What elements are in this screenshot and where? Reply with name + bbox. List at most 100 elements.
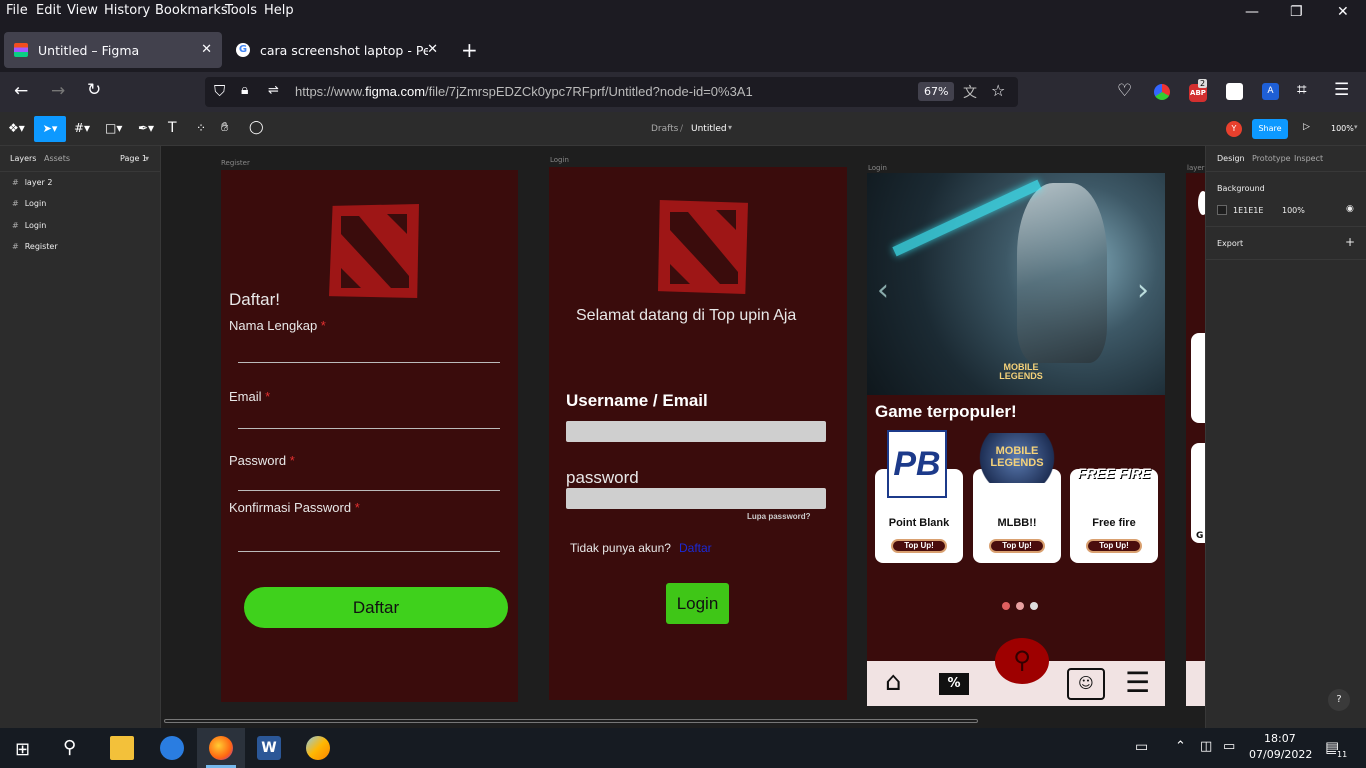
- bookmark-star-icon[interactable]: ☆: [991, 81, 1005, 100]
- crop-icon[interactable]: ⌗: [1297, 80, 1307, 100]
- search-fab-icon[interactable]: ⚲: [995, 638, 1049, 684]
- home-frame[interactable]: ‹ › MOBILE LEGENDS Game terpopuler! Poin…: [867, 173, 1165, 706]
- zoom-badge[interactable]: 67%: [918, 82, 955, 101]
- clock-date[interactable]: 07/09/2022: [1249, 748, 1312, 761]
- add-export-icon[interactable]: +: [1345, 235, 1355, 249]
- menu-edit[interactable]: Edit: [36, 3, 61, 18]
- share-button[interactable]: Share: [1252, 119, 1288, 139]
- register-button[interactable]: Daftar: [244, 587, 508, 628]
- zoom-level[interactable]: 100%: [1331, 124, 1354, 133]
- layer-item[interactable]: # layer 2: [12, 178, 52, 187]
- meet-icon[interactable]: ◫: [1200, 739, 1212, 754]
- carousel-dot[interactable]: [1016, 602, 1024, 610]
- breadcrumb-drafts[interactable]: Drafts: [651, 124, 678, 134]
- resources-icon[interactable]: ⁘: [196, 121, 206, 135]
- password-input[interactable]: [566, 488, 826, 509]
- hamburger-menu-icon[interactable]: ☰: [1334, 80, 1349, 100]
- clock-time[interactable]: 18:07: [1264, 732, 1296, 745]
- menu-help[interactable]: Help: [264, 3, 294, 18]
- file-explorer-icon[interactable]: [110, 736, 134, 760]
- canvas[interactable]: Register Daftar! Nama Lengkap * Email * …: [161, 146, 1205, 728]
- tab-prototype[interactable]: Prototype: [1252, 154, 1291, 163]
- word-icon[interactable]: W: [257, 736, 281, 760]
- reload-icon[interactable]: ↻: [87, 80, 101, 100]
- close-tab-icon[interactable]: ✕: [427, 42, 438, 57]
- tab-google[interactable]: G cara screenshot laptop - Penelu ✕: [226, 32, 446, 68]
- pen-tool-icon[interactable]: ✒▾: [138, 121, 154, 135]
- login-frame[interactable]: Selamat datang di Top upin Aja Username …: [549, 167, 847, 700]
- tab-inspect[interactable]: Inspect: [1294, 154, 1323, 163]
- menu-icon[interactable]: ☰: [1125, 666, 1150, 699]
- translate-icon[interactable]: 文: [963, 82, 977, 102]
- edge-icon[interactable]: [160, 736, 184, 760]
- frame-label[interactable]: layer: [1187, 164, 1205, 172]
- signup-link[interactable]: Daftar: [679, 541, 712, 555]
- close-window-icon[interactable]: ✕: [1337, 4, 1349, 20]
- frame-label[interactable]: Register: [221, 159, 250, 167]
- tab-figma[interactable]: Untitled – Figma ✕: [4, 32, 222, 68]
- hand-tool-icon[interactable]: ✋︎: [221, 120, 228, 135]
- lock-icon[interactable]: 🔒︎: [241, 82, 248, 98]
- topup-button[interactable]: Top Up!: [1086, 539, 1142, 553]
- carousel-prev-icon[interactable]: ‹: [877, 273, 889, 308]
- carousel-dot[interactable]: [1030, 602, 1038, 610]
- pocket-icon[interactable]: ♡: [1117, 81, 1132, 101]
- menu-file[interactable]: File: [6, 3, 28, 18]
- password-input[interactable]: [238, 490, 500, 491]
- paint-icon[interactable]: [306, 736, 330, 760]
- layer-item[interactable]: # Register: [12, 242, 58, 251]
- confirm-password-input[interactable]: [238, 551, 500, 552]
- chevron-down-icon[interactable]: ▾: [728, 123, 732, 132]
- home-icon[interactable]: ⌂: [885, 667, 902, 697]
- promo-icon[interactable]: %: [939, 673, 969, 695]
- layer-item[interactable]: # Login: [12, 221, 46, 230]
- firefox-icon[interactable]: [209, 736, 233, 760]
- shape-tool-icon[interactable]: □▾: [105, 121, 122, 135]
- move-tool-icon[interactable]: ➤▾: [34, 116, 66, 142]
- url-text[interactable]: https://www.figma.com/file/7jZmrspEDZCk0…: [295, 84, 753, 99]
- restore-icon[interactable]: ❐: [1290, 4, 1303, 20]
- chevron-down-icon[interactable]: ▾: [145, 154, 149, 163]
- help-button[interactable]: ?: [1328, 689, 1350, 711]
- minimize-icon[interactable]: —: [1245, 4, 1259, 20]
- url-bar[interactable]: ⛉ 🔒︎ ⇌ https://www.figma.com/file/7jZmrs…: [205, 77, 1018, 107]
- chevron-up-icon[interactable]: ⌃: [1175, 739, 1186, 754]
- task-view-icon[interactable]: ▭: [1135, 739, 1148, 755]
- text-tool-icon[interactable]: T: [168, 120, 177, 136]
- windows-start-icon[interactable]: ⊞: [15, 739, 30, 760]
- login-button[interactable]: Login: [666, 583, 729, 624]
- chevron-down-icon[interactable]: ▾: [1354, 123, 1358, 131]
- tab-design[interactable]: Design: [1217, 154, 1245, 163]
- partial-frame[interactable]: G: [1186, 173, 1205, 706]
- tab-layers[interactable]: Layers: [10, 154, 36, 163]
- bg-hex[interactable]: 1E1E1E: [1233, 206, 1263, 215]
- layer-item[interactable]: # Login: [12, 199, 46, 208]
- banner-image[interactable]: ‹ › MOBILE LEGENDS: [867, 173, 1165, 395]
- comment-tool-icon[interactable]: ◯: [249, 120, 264, 135]
- topup-button[interactable]: Top Up!: [891, 539, 947, 553]
- forward-icon[interactable]: →: [51, 81, 65, 101]
- new-tab-icon[interactable]: +: [461, 38, 478, 62]
- carousel-next-icon[interactable]: ›: [1137, 273, 1149, 308]
- battery-icon[interactable]: ▭: [1223, 739, 1235, 754]
- email-input[interactable]: [238, 428, 500, 429]
- frame-label[interactable]: Login: [550, 156, 569, 164]
- extension-icon[interactable]: [1226, 83, 1243, 100]
- game-card[interactable]: MLBB!! Top Up!: [973, 469, 1061, 563]
- topup-button[interactable]: Top Up!: [989, 539, 1045, 553]
- menu-history[interactable]: History: [104, 3, 150, 18]
- search-icon[interactable]: ⚲: [63, 737, 76, 758]
- back-icon[interactable]: ←: [14, 81, 28, 101]
- extension-color-icon[interactable]: [1154, 84, 1170, 100]
- page-selector[interactable]: Page 1: [120, 154, 147, 163]
- menu-tools[interactable]: Tools: [225, 3, 257, 18]
- permissions-icon[interactable]: ⇌: [268, 83, 279, 98]
- register-frame[interactable]: Daftar! Nama Lengkap * Email * Password …: [221, 170, 518, 702]
- translate-extension-icon[interactable]: A: [1262, 83, 1279, 100]
- frame-tool-icon[interactable]: #▾: [74, 121, 90, 135]
- figma-menu-icon[interactable]: ❖▾: [8, 121, 25, 135]
- frame-label[interactable]: Login: [868, 164, 887, 172]
- file-name[interactable]: Untitled: [691, 124, 727, 134]
- color-swatch[interactable]: [1217, 205, 1227, 215]
- tab-assets[interactable]: Assets: [44, 154, 70, 163]
